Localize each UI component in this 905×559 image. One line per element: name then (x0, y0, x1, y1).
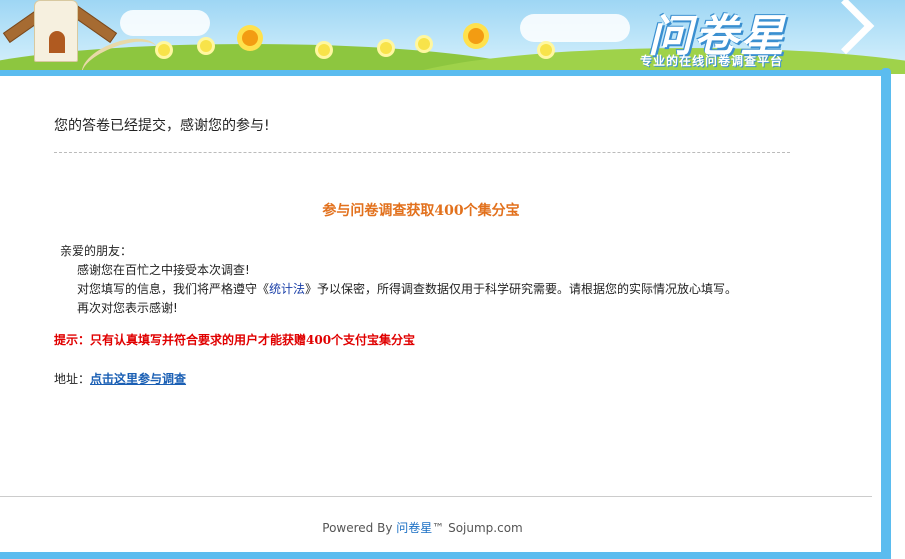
flower-icon (380, 42, 392, 54)
flower-icon (200, 40, 212, 52)
logo-chevron-icon (817, 0, 875, 55)
address-row: 地址：点击这里参与调查 (54, 370, 186, 387)
message-body: 亲爱的朋友： 感谢您在百忙之中接受本次调查! 对您填写的信息，我们将严格遵守《统… (60, 242, 737, 318)
flower-icon (318, 44, 330, 56)
greeting: 亲爱的朋友： (60, 244, 133, 258)
main-content: 您的答卷已经提交，感谢您的参与! 参与问卷调查获取400个集分宝 亲爱的朋友： … (0, 76, 881, 552)
dashed-divider (54, 152, 790, 153)
powered-by-prefix: Powered By (322, 521, 397, 535)
cloud-decoration (120, 10, 210, 36)
flower-icon (540, 44, 552, 56)
footer: Powered By 问卷星™ Sojump.com (0, 519, 845, 536)
powered-by-suffix: ™ Sojump.com (432, 521, 523, 535)
privacy-suffix: 》予以保密，所得调查数据仅用于科学研究需要。请根据您的实际情况放心填写。 (305, 282, 738, 296)
closing-line: 再次对您表示感谢! (77, 301, 178, 315)
statistics-law-link[interactable]: 统计法 (269, 282, 305, 296)
footer-divider (0, 496, 872, 497)
header-banner: 问卷星 专业的在线问卷调查平台 (0, 0, 905, 74)
cloud-decoration (520, 14, 630, 42)
tip-message: 提示：只有认真填写并符合要求的用户才能获赠400个支付宝集分宝 (54, 333, 416, 347)
windmill-icon (34, 0, 78, 62)
privacy-line: 对您填写的信息，我们将严格遵守《统计法》予以保密，所得调查数据仅用于科学研究需要… (60, 280, 737, 299)
privacy-prefix: 对您填写的信息，我们将严格遵守《 (77, 282, 270, 296)
flower-icon (242, 30, 258, 46)
flower-icon (158, 44, 170, 56)
frame-border (0, 552, 891, 559)
survey-link[interactable]: 点击这里参与调查 (90, 372, 186, 386)
thanks-line: 感谢您在百忙之中接受本次调查! (77, 263, 250, 277)
submitted-message: 您的答卷已经提交，感谢您的参与! (54, 118, 270, 134)
flower-icon (418, 38, 430, 50)
address-label: 地址： (54, 372, 91, 386)
flower-icon (468, 28, 484, 44)
frame-border (881, 68, 891, 559)
logo-tagline: 专业的在线问卷调查平台 (640, 54, 784, 68)
brand-link[interactable]: 问卷星 (396, 521, 432, 535)
promo-title: 参与问卷调查获取400个集分宝 (322, 203, 520, 219)
